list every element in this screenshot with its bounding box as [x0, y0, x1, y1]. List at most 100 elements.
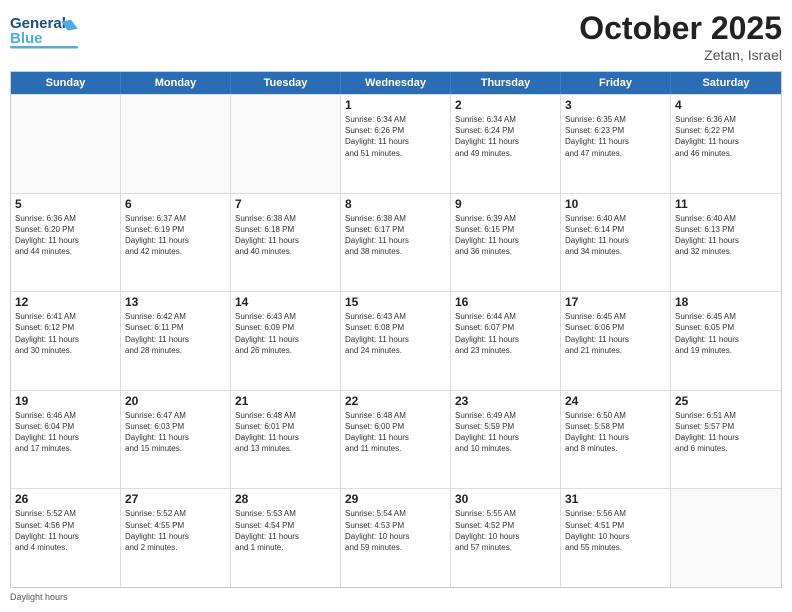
calendar-cell [231, 95, 341, 193]
day-number: 31 [565, 492, 666, 506]
day-number: 17 [565, 295, 666, 309]
day-number: 21 [235, 394, 336, 408]
location-subtitle: Zetan, Israel [579, 47, 782, 63]
calendar: SundayMondayTuesdayWednesdayThursdayFrid… [10, 71, 782, 588]
title-block: October 2025 Zetan, Israel [579, 10, 782, 63]
calendar-cell: 23 Sunrise: 6:49 AM Sunset: 5:59 PM Dayli… [451, 391, 561, 489]
day-number: 1 [345, 98, 446, 112]
day-number: 10 [565, 197, 666, 211]
calendar-cell: 27 Sunrise: 5:52 AM Sunset: 4:55 PM Dayli… [121, 489, 231, 587]
day-header-wednesday: Wednesday [341, 72, 451, 94]
cell-text: Sunrise: 6:47 AM Sunset: 6:03 PM Dayligh… [125, 410, 226, 455]
calendar-row: 19Sunrise: 6:46 AM Sunset: 6:04 PM Dayli… [11, 390, 781, 489]
calendar-cell: 18 Sunrise: 6:45 AM Sunset: 6:05 PM Dayli… [671, 292, 781, 390]
day-number: 2 [455, 98, 556, 112]
calendar-cell [671, 489, 781, 587]
day-number: 24 [565, 394, 666, 408]
cell-text: Sunrise: 6:46 AM Sunset: 6:04 PM Dayligh… [15, 410, 116, 455]
cell-text: Sunrise: 6:34 AM Sunset: 6:24 PM Dayligh… [455, 114, 556, 159]
day-number: 18 [675, 295, 777, 309]
calendar-cell [11, 95, 121, 193]
calendar-cell: 28 Sunrise: 5:53 AM Sunset: 4:54 PM Dayli… [231, 489, 341, 587]
logo: General Blue [10, 10, 86, 54]
day-number: 23 [455, 394, 556, 408]
calendar-cell: 9Sunrise: 6:39 AM Sunset: 6:15 PM Daylig… [451, 194, 561, 292]
calendar-row: 1 Sunrise: 6:34 AM Sunset: 6:26 PM Daylig… [11, 94, 781, 193]
calendar-cell: 26Sunrise: 5:52 AM Sunset: 4:56 PM Dayli… [11, 489, 121, 587]
cell-text: Sunrise: 6:40 AM Sunset: 6:13 PM Dayligh… [675, 213, 777, 258]
day-number: 20 [125, 394, 226, 408]
cell-text: Sunrise: 6:48 AM Sunset: 6:01 PM Dayligh… [235, 410, 336, 455]
cell-text: Sunrise: 6:43 AM Sunset: 6:09 PM Dayligh… [235, 311, 336, 356]
calendar-header: SundayMondayTuesdayWednesdayThursdayFrid… [11, 72, 781, 94]
calendar-cell: 31Sunrise: 5:56 AM Sunset: 4:51 PM Dayli… [561, 489, 671, 587]
cell-text: Sunrise: 6:36 AM Sunset: 6:22 PM Dayligh… [675, 114, 777, 159]
cell-text: Sunrise: 5:52 AM Sunset: 4:56 PM Dayligh… [15, 508, 116, 553]
calendar-row: 12 Sunrise: 6:41 AM Sunset: 6:12 PM Dayli… [11, 291, 781, 390]
calendar-cell: 15 Sunrise: 6:43 AM Sunset: 6:08 PM Dayli… [341, 292, 451, 390]
day-header-thursday: Thursday [451, 72, 561, 94]
cell-text: Sunrise: 6:42 AM Sunset: 6:11 PM Dayligh… [125, 311, 226, 356]
calendar-cell: 13Sunrise: 6:42 AM Sunset: 6:11 PM Dayli… [121, 292, 231, 390]
page-header: General Blue October 2025 Zetan, Israel [10, 10, 782, 63]
cell-text: Sunrise: 6:37 AM Sunset: 6:19 PM Dayligh… [125, 213, 226, 258]
day-number: 14 [235, 295, 336, 309]
calendar-cell: 2 Sunrise: 6:34 AM Sunset: 6:24 PM Daylig… [451, 95, 561, 193]
day-number: 25 [675, 394, 777, 408]
calendar-cell: 20 Sunrise: 6:47 AM Sunset: 6:03 PM Dayli… [121, 391, 231, 489]
calendar-cell: 30 Sunrise: 5:55 AM Sunset: 4:52 PM Dayli… [451, 489, 561, 587]
footer: Daylight hours [10, 592, 782, 602]
calendar-cell: 6 Sunrise: 6:37 AM Sunset: 6:19 PM Daylig… [121, 194, 231, 292]
day-header-saturday: Saturday [671, 72, 781, 94]
day-number: 3 [565, 98, 666, 112]
cell-text: Sunrise: 5:52 AM Sunset: 4:55 PM Dayligh… [125, 508, 226, 553]
cell-text: Sunrise: 5:55 AM Sunset: 4:52 PM Dayligh… [455, 508, 556, 553]
cell-text: Sunrise: 6:34 AM Sunset: 6:26 PM Dayligh… [345, 114, 446, 159]
cell-text: Sunrise: 6:50 AM Sunset: 5:58 PM Dayligh… [565, 410, 666, 455]
day-number: 9 [455, 197, 556, 211]
calendar-cell: 11Sunrise: 6:40 AM Sunset: 6:13 PM Dayli… [671, 194, 781, 292]
day-header-tuesday: Tuesday [231, 72, 341, 94]
day-header-friday: Friday [561, 72, 671, 94]
day-number: 22 [345, 394, 446, 408]
day-header-monday: Monday [121, 72, 231, 94]
day-number: 15 [345, 295, 446, 309]
footer-label: Daylight hours [10, 592, 68, 602]
day-number: 16 [455, 295, 556, 309]
day-number: 5 [15, 197, 116, 211]
day-number: 7 [235, 197, 336, 211]
day-number: 6 [125, 197, 226, 211]
calendar-body: 1 Sunrise: 6:34 AM Sunset: 6:26 PM Daylig… [11, 94, 781, 587]
cell-text: Sunrise: 6:36 AM Sunset: 6:20 PM Dayligh… [15, 213, 116, 258]
calendar-cell: 22 Sunrise: 6:48 AM Sunset: 6:00 PM Dayli… [341, 391, 451, 489]
logo-icon: General Blue [10, 10, 82, 54]
cell-text: Sunrise: 6:41 AM Sunset: 6:12 PM Dayligh… [15, 311, 116, 356]
calendar-cell: 1 Sunrise: 6:34 AM Sunset: 6:26 PM Daylig… [341, 95, 451, 193]
day-number: 28 [235, 492, 336, 506]
calendar-cell: 21 Sunrise: 6:48 AM Sunset: 6:01 PM Dayli… [231, 391, 341, 489]
cell-text: Sunrise: 6:45 AM Sunset: 6:06 PM Dayligh… [565, 311, 666, 356]
cell-text: Sunrise: 6:48 AM Sunset: 6:00 PM Dayligh… [345, 410, 446, 455]
day-number: 29 [345, 492, 446, 506]
cell-text: Sunrise: 6:44 AM Sunset: 6:07 PM Dayligh… [455, 311, 556, 356]
calendar-cell: 10 Sunrise: 6:40 AM Sunset: 6:14 PM Dayli… [561, 194, 671, 292]
cell-text: Sunrise: 6:49 AM Sunset: 5:59 PM Dayligh… [455, 410, 556, 455]
calendar-cell: 4Sunrise: 6:36 AM Sunset: 6:22 PM Daylig… [671, 95, 781, 193]
calendar-cell: 16 Sunrise: 6:44 AM Sunset: 6:07 PM Dayli… [451, 292, 561, 390]
cell-text: Sunrise: 6:43 AM Sunset: 6:08 PM Dayligh… [345, 311, 446, 356]
day-number: 12 [15, 295, 116, 309]
calendar-cell: 7Sunrise: 6:38 AM Sunset: 6:18 PM Daylig… [231, 194, 341, 292]
day-number: 27 [125, 492, 226, 506]
calendar-cell [121, 95, 231, 193]
day-number: 30 [455, 492, 556, 506]
cell-text: Sunrise: 6:40 AM Sunset: 6:14 PM Dayligh… [565, 213, 666, 258]
cell-text: Sunrise: 5:54 AM Sunset: 4:53 PM Dayligh… [345, 508, 446, 553]
calendar-cell: 25Sunrise: 6:51 AM Sunset: 5:57 PM Dayli… [671, 391, 781, 489]
calendar-cell: 12 Sunrise: 6:41 AM Sunset: 6:12 PM Dayli… [11, 292, 121, 390]
calendar-cell: 8Sunrise: 6:38 AM Sunset: 6:17 PM Daylig… [341, 194, 451, 292]
cell-text: Sunrise: 6:35 AM Sunset: 6:23 PM Dayligh… [565, 114, 666, 159]
calendar-cell: 29 Sunrise: 5:54 AM Sunset: 4:53 PM Dayli… [341, 489, 451, 587]
calendar-row: 26Sunrise: 5:52 AM Sunset: 4:56 PM Dayli… [11, 488, 781, 587]
cell-text: Sunrise: 6:45 AM Sunset: 6:05 PM Dayligh… [675, 311, 777, 356]
cell-text: Sunrise: 5:53 AM Sunset: 4:54 PM Dayligh… [235, 508, 336, 553]
